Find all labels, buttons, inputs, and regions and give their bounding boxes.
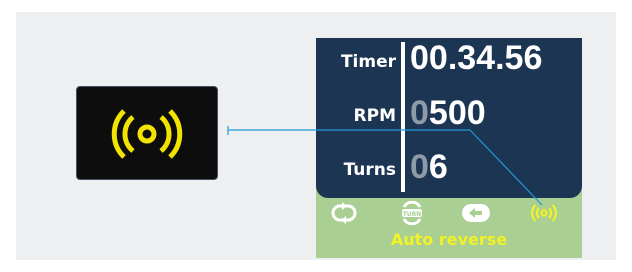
- rpm-value: 0500: [410, 94, 486, 132]
- rpm-label: RPM: [353, 106, 396, 126]
- device-display: Timer 00.34.56 RPM 0500 Turns 06 TURN Au…: [316, 38, 582, 258]
- reverse-arrow-icon[interactable]: [460, 201, 492, 225]
- turn-icon[interactable]: TURN: [396, 201, 428, 225]
- timer-label: Timer: [340, 52, 396, 72]
- mode-caption: Auto reverse: [390, 230, 508, 249]
- turns-label: Turns: [343, 160, 396, 180]
- turns-value: 06: [410, 148, 448, 186]
- timer-value: 00.34.56: [410, 39, 543, 77]
- loop-arrows-icon[interactable]: [328, 201, 360, 225]
- auto-reverse-waves-icon[interactable]: [528, 201, 560, 225]
- lcd-screen: Timer 00.34.56 RPM 0500 Turns 06: [316, 38, 582, 198]
- zoomed-icon-callout: [76, 86, 218, 180]
- auto-reverse-waves-icon: [111, 109, 183, 159]
- divider: [401, 42, 405, 192]
- svg-text:TURN: TURN: [403, 211, 422, 218]
